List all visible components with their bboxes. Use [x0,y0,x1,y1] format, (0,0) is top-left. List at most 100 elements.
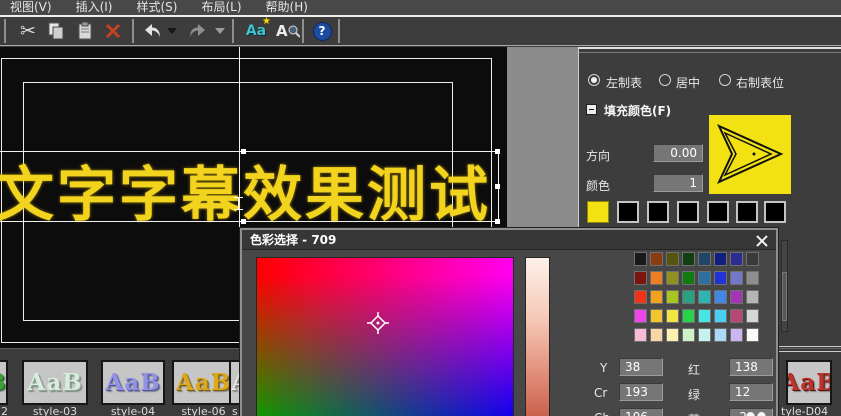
selection-handle[interactable] [495,219,500,224]
style-preset-thumb[interactable]: AaB [22,360,88,405]
palette-swatch[interactable] [650,309,663,323]
style-preset-thumb[interactable]: AaB [786,360,832,405]
radio-right-tab[interactable] [719,74,731,86]
blue-input[interactable]: -2 [729,408,773,416]
font-preview-button[interactable]: A [276,19,300,43]
style-preset-thumb[interactable]: AaB [101,360,165,405]
cb-input[interactable]: 106 [619,408,663,416]
dialog-title-bar[interactable]: 色彩选择 - 709 [242,230,776,250]
red-input[interactable]: 138 [729,358,773,376]
collapse-toggle-icon[interactable] [586,104,597,115]
palette-swatch[interactable] [746,252,759,266]
menu-item[interactable]: 布局(L) [201,0,241,15]
undo-dropdown-button[interactable] [164,19,180,43]
fill-color-swatch[interactable] [707,201,729,223]
style-preset-thumb[interactable]: AaB [172,360,235,405]
fill-color-swatch[interactable] [677,201,699,223]
palette-swatch[interactable] [650,290,663,304]
direction-arrow-icon [709,115,791,194]
palette-swatch[interactable] [682,271,695,285]
cr-input[interactable]: 193 [619,383,663,401]
direction-label: 方向 [586,147,610,164]
fill-color-swatch[interactable] [647,201,669,223]
palette-swatch[interactable] [714,328,727,342]
palette-swatch[interactable] [746,328,759,342]
dialog-close-button[interactable] [755,233,770,247]
palette-swatch[interactable] [634,290,647,304]
help-button[interactable]: ? [310,19,334,43]
palette-swatch[interactable] [730,252,743,266]
palette-swatch[interactable] [666,252,679,266]
direction-preview[interactable] [709,115,791,194]
delete-button[interactable] [101,19,125,43]
color-count-input[interactable]: 1 [653,174,703,192]
style-preset-thumb[interactable]: AaB [0,360,8,405]
green-input[interactable]: 12 [729,383,773,401]
palette-swatch[interactable] [682,252,695,266]
palette-swatch[interactable] [714,309,727,323]
color-gradient-field[interactable] [256,257,514,416]
palette-swatch[interactable] [682,309,695,323]
undo-button[interactable] [140,19,164,43]
palette-swatch[interactable] [666,271,679,285]
palette-swatch[interactable] [650,271,663,285]
palette-swatch[interactable] [730,290,743,304]
palette-swatch[interactable] [730,328,743,342]
menu-item[interactable]: 插入(I) [76,0,113,15]
fill-color-swatch[interactable] [764,201,786,223]
paste-button[interactable] [73,19,97,43]
palette-swatch[interactable] [746,309,759,323]
panel-scrollbar[interactable] [781,240,788,332]
palette-swatch[interactable] [666,290,679,304]
palette-swatch[interactable] [682,290,695,304]
menu-item[interactable]: 样式(S) [136,0,177,15]
palette-swatch[interactable] [666,309,679,323]
selection-handle[interactable] [241,219,246,224]
redo-icon [188,22,208,40]
palette-swatch[interactable] [698,328,711,342]
palette-swatch[interactable] [746,290,759,304]
palette-swatch[interactable] [714,290,727,304]
palette-swatch[interactable] [698,252,711,266]
direction-input[interactable]: 0.00 [653,144,703,162]
title-text-object[interactable]: 文字字幕效果测试 [0,147,507,232]
palette-swatch[interactable] [714,252,727,266]
fill-color-swatch[interactable] [736,201,758,223]
redo-button[interactable] [186,19,210,43]
fill-color-swatch[interactable] [617,201,639,223]
palette-swatch[interactable] [650,328,663,342]
selection-handle[interactable] [495,184,500,189]
palette-swatch[interactable] [698,309,711,323]
delete-icon [105,23,121,39]
redo-dropdown-button[interactable] [212,19,228,43]
selection-handle[interactable] [241,149,246,154]
palette-swatch[interactable] [730,271,743,285]
selection-handle[interactable] [495,149,500,154]
menu-item[interactable]: 视图(V) [10,0,52,15]
y-input[interactable]: 38 [619,358,663,376]
copy-button[interactable] [44,19,68,43]
help-icon: ? [313,22,332,41]
menu-item[interactable]: 帮助(H) [266,0,308,15]
palette-swatch[interactable] [746,271,759,285]
palette-swatch[interactable] [666,328,679,342]
scrollbar-thumb[interactable] [782,272,787,321]
palette-swatch[interactable] [634,271,647,285]
color-crosshair[interactable] [366,311,390,335]
palette-swatch[interactable] [698,271,711,285]
palette-swatch[interactable] [730,309,743,323]
palette-swatch[interactable] [698,290,711,304]
radio-center[interactable] [659,74,671,86]
fill-color-swatch[interactable] [587,201,609,223]
radio-left-tab[interactable] [588,74,600,86]
palette-swatch[interactable] [682,328,695,342]
palette-swatch[interactable] [650,252,663,266]
palette-swatch[interactable] [634,309,647,323]
luminance-slider[interactable] [525,257,550,416]
palette-swatch[interactable] [714,271,727,285]
cut-button[interactable]: ✂ [16,19,40,43]
palette-swatch[interactable] [634,328,647,342]
selection-top-line [0,151,500,152]
palette-swatch[interactable] [634,252,647,266]
font-style-button[interactable]: Aa ★ [242,19,270,43]
